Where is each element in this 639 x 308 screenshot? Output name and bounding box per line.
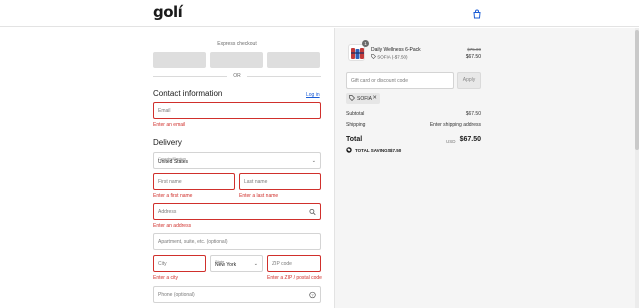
country-select[interactable]: Country/Region United States ⌄ — [153, 152, 321, 169]
applied-code-chip: SOFIA ✕ — [346, 93, 380, 104]
address-error: Enter an address — [153, 223, 192, 229]
discount-code-input[interactable]: Gift card or discount code — [346, 72, 454, 89]
email-placeholder: Email — [158, 107, 171, 114]
zip-field[interactable]: ZIP code — [267, 255, 321, 272]
svg-text:?: ? — [311, 292, 314, 297]
search-icon — [309, 208, 316, 215]
apartment-field[interactable]: Apartment, suite, etc. (optional) — [153, 233, 321, 250]
last-name-placeholder: Last name — [244, 178, 268, 185]
express-pay-button-1[interactable] — [153, 52, 206, 68]
zip-placeholder: ZIP code — [272, 260, 292, 267]
chevron-down-icon: ⌄ — [253, 260, 258, 267]
product-discount-line: SOFIA (-$7.50) — [371, 54, 408, 60]
address-field[interactable]: Address — [153, 203, 321, 220]
discount-code-placeholder: Gift card or discount code — [351, 77, 408, 84]
first-name-placeholder: First name — [158, 178, 182, 185]
state-value: New York — [215, 262, 237, 268]
total-savings-value: $7.50 — [390, 148, 402, 153]
or-divider-text: OR — [233, 73, 241, 79]
product-name: Daily Wellness 6-Pack — [371, 47, 421, 53]
subtotal-label: Subtotal — [346, 111, 365, 117]
country-value: United States — [158, 159, 189, 165]
help-circle-icon[interactable]: ? — [309, 291, 316, 298]
zip-error: Enter a ZIP / postal code — [267, 275, 322, 281]
subtotal-value: $67.50 — [465, 111, 481, 117]
city-placeholder: City — [158, 260, 167, 267]
shipping-label: Shipping — [346, 122, 366, 128]
header: golí — [0, 0, 639, 27]
apply-discount-button[interactable]: Apply — [457, 72, 481, 89]
total-label: Total — [346, 136, 363, 143]
total-savings-label: TOTAL SAVINGS — [355, 148, 391, 153]
product-discount-text: SOFIA (-$7.50) — [377, 54, 408, 60]
express-pay-button-2[interactable] — [210, 52, 263, 68]
address-placeholder: Address — [158, 208, 177, 215]
quantity-badge: 1 — [362, 40, 369, 47]
brand-logo[interactable]: golí — [153, 3, 183, 21]
divider-left — [153, 76, 227, 77]
divider-right — [247, 76, 321, 77]
tag-icon — [349, 95, 355, 101]
remove-code-icon[interactable]: ✕ — [372, 95, 377, 101]
last-name-error: Enter a last name — [239, 193, 279, 199]
last-name-field[interactable]: Last name — [239, 173, 321, 190]
total-value: $67.50 — [459, 136, 481, 143]
delivery-section-title: Delivery — [153, 138, 182, 147]
shopping-bag-icon[interactable] — [472, 9, 482, 19]
express-checkout-title: Express checkout — [217, 41, 257, 47]
phone-placeholder: Phone (optional) — [158, 291, 195, 298]
chevron-down-icon: ⌄ — [311, 157, 316, 164]
first-name-error: Enter a first name — [153, 193, 193, 199]
contact-section-title: Contact information — [153, 89, 223, 98]
product-image — [348, 44, 365, 61]
savings-tag-icon — [346, 147, 352, 153]
order-summary-panel — [334, 28, 639, 308]
price-final: $67.50 — [465, 54, 481, 60]
email-error: Enter an email — [153, 122, 186, 128]
email-field[interactable]: Email — [153, 102, 321, 119]
tag-icon — [371, 54, 376, 59]
city-field[interactable]: City — [153, 255, 206, 272]
phone-field[interactable]: Phone (optional) ? — [153, 286, 321, 303]
price-original: $75.00 — [467, 47, 481, 52]
login-link[interactable]: Log in — [306, 92, 320, 98]
state-select[interactable]: State New York ⌄ — [210, 255, 263, 272]
city-error: Enter a city — [153, 275, 179, 281]
shipping-value: Enter shipping address — [429, 122, 481, 128]
first-name-field[interactable]: First name — [153, 173, 235, 190]
express-pay-button-3[interactable] — [267, 52, 320, 68]
scrollbar-thumb[interactable] — [635, 30, 639, 150]
apartment-placeholder: Apartment, suite, etc. (optional) — [158, 238, 228, 245]
applied-code-text: SOFIA — [357, 96, 373, 102]
